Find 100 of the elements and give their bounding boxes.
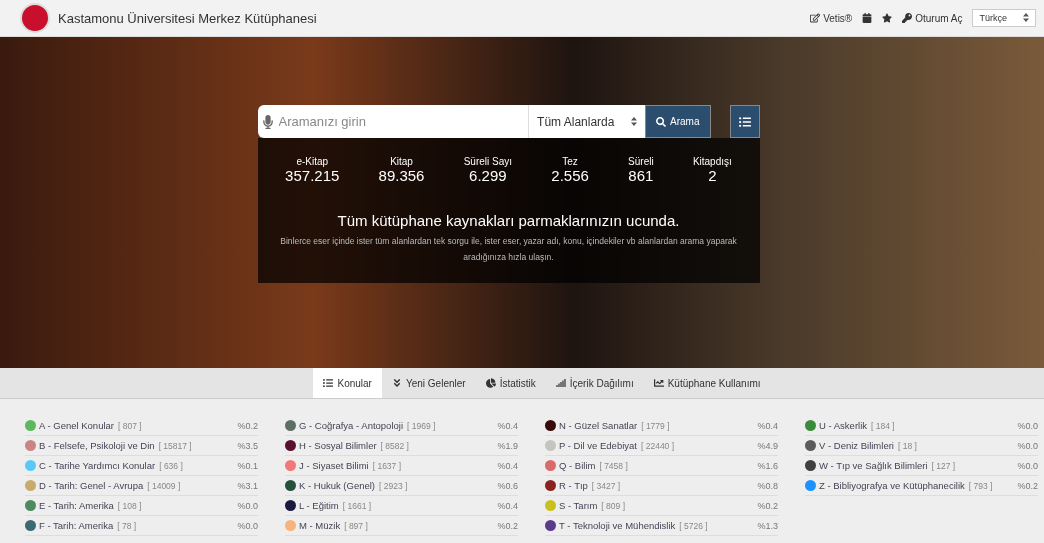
subject-percent: %1.9 [497,440,518,451]
subject-link[interactable]: R - Tıp [559,480,588,491]
line-chart-icon [653,378,664,388]
key-icon [902,13,913,23]
chevrons-down-icon [391,378,402,388]
star-icon[interactable] [882,13,893,23]
subject-count: [ 1637 ] [372,460,402,471]
subject-link[interactable]: Q - Bilim [559,460,596,471]
subject-percent: %0.2 [237,420,258,431]
subject-percent: %0.8 [757,480,778,491]
login-link[interactable]: Oturum Aç [902,12,963,24]
list-icon [738,115,751,128]
subject-link[interactable]: G - Coğrafya - Antopoloji [299,420,404,431]
subject-link[interactable]: H - Sosyal Bilimler [299,440,377,451]
subject-percent: %1.3 [757,520,778,531]
subject-percent: %4.9 [757,440,778,451]
subject-link[interactable]: Z - Bibliyografya ve Kütüphanecilik [819,480,965,491]
edit-icon [810,13,821,23]
university-logo [20,3,50,33]
subject-percent: %3.1 [237,480,258,491]
subject-count: [ 22440 ] [641,440,675,451]
stat-label: Süreli [628,156,654,167]
subject-link[interactable]: P - Dil ve Edebiyat [559,440,637,451]
stat-label: Tez [562,156,578,167]
list-icon [323,378,334,388]
subject-percent: %0.2 [1017,480,1038,491]
subject-percent: %0.4 [757,420,778,431]
subject-count: [ 897 ] [344,520,368,531]
tab[interactable]: İçerik Dağılımı [545,368,644,398]
stat-value: 2 [708,167,717,184]
subject-link[interactable]: F - Tarih: Amerika [39,520,114,531]
microphone-icon [260,114,275,129]
subject-count: [ 18 ] [897,440,917,451]
bar-chart-icon [555,378,566,388]
subject-count: [ 127 ] [931,460,956,471]
subject-count: [ 5726 ] [679,520,708,531]
subject-percent: %3.5 [237,440,258,451]
subject-count: [ 184 ] [871,420,895,431]
search-button[interactable]: Arama [645,105,711,138]
site-title: Kastamonu Üniversitesi Merkez Kütüphanesi [58,10,318,26]
subject-count: [ 1661 ] [342,500,372,511]
up-down-caret-icon [631,117,638,126]
subject-link[interactable]: J - Siyaset Bilimi [299,460,369,471]
subject-link[interactable]: B - Felsefe, Psikoloji ve Din [39,440,155,451]
subject-percent: %0.0 [1017,420,1038,431]
subject-link[interactable]: D - Tarih: Genel - Avrupa [39,480,144,491]
stat-value: 2.556 [551,167,589,184]
calendar-icon[interactable] [862,13,873,23]
subject-link[interactable]: N - Güzel Sanatlar [559,420,638,431]
subject-link[interactable]: V - Deniz Bilimleri [819,440,894,451]
description: Binlerce eser içinde ister tüm alanlardan tek sorgu ile, ister eser, yazar adı, konu, içindekiler vb alanlardan arama yaparak aradığınıza hızla ulaşın. [279,235,738,265]
tab[interactable]: İstatistik [475,368,546,398]
subject-percent: %0.4 [497,420,518,431]
subject-percent: %0.4 [497,500,518,511]
subject-percent: %0.0 [1017,460,1038,471]
subject-link[interactable]: W - Tıp ve Sağlık Bilimleri [819,460,928,471]
subject-count: [ 3427 ] [591,480,621,491]
subject-count: [ 636 ] [159,460,183,471]
subject-link[interactable]: C - Tarihe Yardımcı Konular [39,460,156,471]
subject-count: [ 7458 ] [599,460,628,471]
subject-link[interactable]: M - Müzik [299,520,341,531]
up-down-caret-icon [1023,13,1029,22]
subject-percent: %0.6 [497,480,518,491]
tab[interactable]: Yeni Gelenler [381,368,476,398]
subject-link[interactable]: S - Tarım [559,500,598,511]
subject-percent: %0.2 [497,520,518,531]
subject-percent: %1.6 [757,460,778,471]
subject-count: [ 78 ] [117,520,137,531]
tab[interactable]: Kütüphane Kullanımı [643,368,771,398]
stat-label: Süreli Sayı [463,156,513,167]
subject-count: [ 8582 ] [380,440,409,451]
subject-count: [ 1969 ] [407,420,436,431]
subject-count: [ 1779 ] [641,420,670,431]
subject-link[interactable]: U - Askerlik [819,420,868,431]
vetis-link[interactable]: Vetis® [810,12,853,24]
subject-link[interactable]: E - Tarih: Amerika [39,500,114,511]
search-box[interactable]: Aramanızı girin [257,105,529,138]
subject-count: [ 807 ] [118,420,142,431]
subject-link[interactable]: L - Eğitim [299,500,339,511]
stat-value: 6.299 [469,167,507,184]
stat-label: Kitapdışı [692,156,732,167]
subject-link[interactable]: A - Genel Konular [39,420,114,431]
subject-count: [ 108 ] [117,500,142,511]
subject-percent: %0.2 [757,500,778,511]
list-button[interactable] [729,105,760,138]
scope-select[interactable]: Tüm Alanlarda [528,105,646,138]
search-icon [656,116,667,127]
stat-value: 357.215 [285,167,340,184]
stat-value: 89.356 [378,167,425,184]
subject-count: [ 793 ] [968,480,993,491]
subject-count: [ 2923 ] [379,480,408,491]
subject-count: [ 809 ] [601,500,625,511]
headline: Tüm kütüphane kaynakları parmaklarınızın ucunda. [337,212,680,229]
pie-chart-icon [485,378,496,388]
subject-link[interactable]: K - Hukuk (Genel) [299,480,376,491]
subject-percent: %0.1 [237,460,258,471]
tab[interactable]: Konular [313,368,382,398]
language-select[interactable]: Türkçe [972,9,1036,27]
subject-percent: %0.0 [1017,440,1038,451]
subject-link[interactable]: T - Teknoloji ve Mühendislik [559,520,676,531]
